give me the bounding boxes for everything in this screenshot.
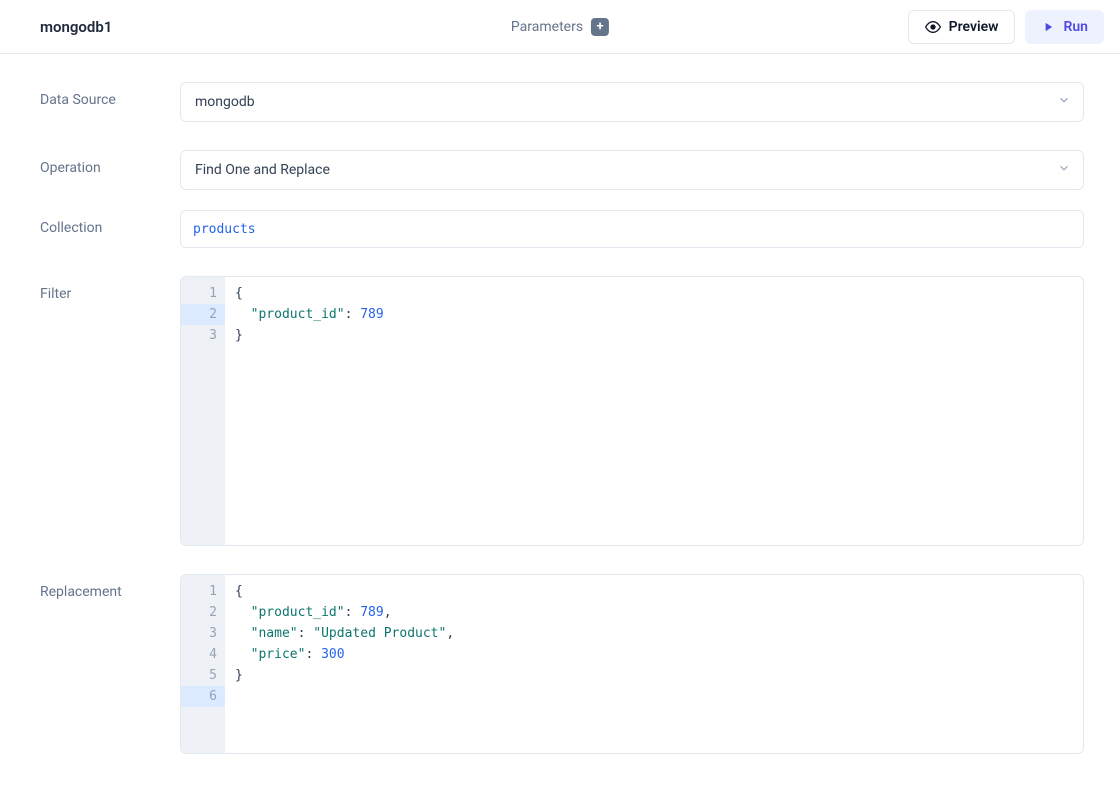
operation-select[interactable]: Find One and Replace (180, 150, 1084, 190)
replacement-gutter: 123456 (181, 575, 225, 753)
form-body: Data Source mongodb Operation Find One a… (0, 54, 1120, 754)
run-button[interactable]: Run (1025, 10, 1104, 44)
header-bar: mongodb1 Parameters + Preview Run (0, 0, 1120, 54)
operation-label: Operation (40, 150, 180, 176)
filter-editor[interactable]: 123 { "product_id": 789 } (180, 276, 1084, 546)
row-operation: Operation Find One and Replace (40, 150, 1084, 190)
operation-value: Find One and Replace (195, 162, 330, 178)
replacement-editor[interactable]: 123456 { "product_id": 789, "name": "Upd… (180, 574, 1084, 754)
row-filter: Filter 123 { "product_id": 789 } (40, 276, 1084, 546)
collection-input[interactable]: products (180, 210, 1084, 248)
collection-value: products (193, 222, 256, 237)
data-source-label: Data Source (40, 82, 180, 108)
chevron-down-icon (1057, 93, 1071, 111)
parameters-link[interactable]: Parameters + (511, 18, 609, 36)
chevron-down-icon (1057, 161, 1071, 179)
preview-label: Preview (949, 19, 999, 35)
run-label: Run (1063, 19, 1088, 35)
filter-code[interactable]: { "product_id": 789 } (225, 277, 1083, 545)
row-replacement: Replacement 123456 { "product_id": 789, … (40, 574, 1084, 754)
play-icon (1041, 20, 1055, 34)
header-actions: Preview Run (908, 10, 1104, 44)
filter-label: Filter (40, 276, 180, 302)
replacement-code[interactable]: { "product_id": 789, "name": "Updated Pr… (225, 575, 1083, 753)
data-source-value: mongodb (195, 94, 255, 110)
plus-icon: + (591, 18, 609, 36)
preview-button[interactable]: Preview (908, 10, 1016, 44)
replacement-label: Replacement (40, 574, 180, 600)
row-collection: Collection products (40, 210, 1084, 248)
query-name[interactable]: mongodb1 (40, 18, 112, 36)
data-source-select[interactable]: mongodb (180, 82, 1084, 122)
row-data-source: Data Source mongodb (40, 82, 1084, 122)
eye-icon (925, 19, 941, 35)
collection-label: Collection (40, 210, 180, 236)
parameters-label: Parameters (511, 19, 583, 35)
filter-gutter: 123 (181, 277, 225, 545)
